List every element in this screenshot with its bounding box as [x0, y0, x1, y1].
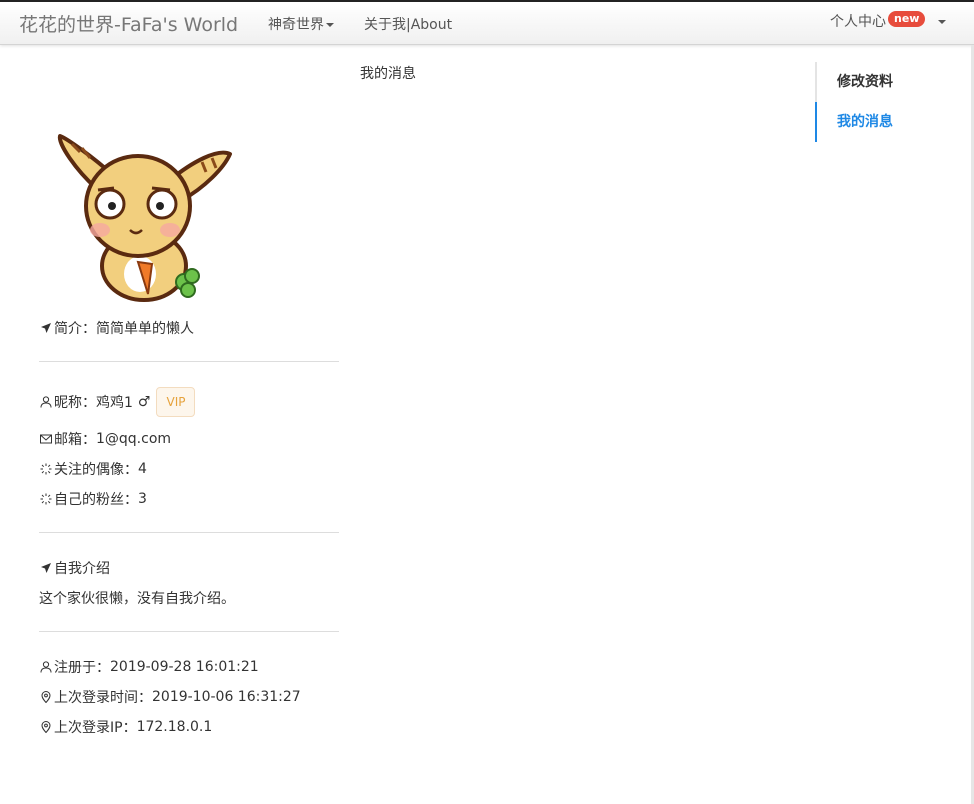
intro-value: 简简单单的懒人: [96, 321, 194, 337]
fans-value: 3: [138, 491, 147, 507]
nav-user-center[interactable]: 个人中心 new: [830, 11, 946, 31]
self-intro-text-row: 这个家伙很懒，没有自我介绍。: [39, 588, 235, 608]
nav-menu-magic-label: 神奇世界: [268, 17, 324, 33]
loading-icon: [39, 492, 53, 506]
nav-link-about[interactable]: 关于我|About: [364, 14, 452, 34]
user-center-label: 个人中心: [830, 14, 886, 30]
last-login-label: 上次登录时间：: [54, 690, 152, 706]
page-title: 我的消息: [360, 66, 416, 82]
registered-row: 注册于： 2019-09-28 16:01:21: [39, 657, 259, 677]
nav-menu-magic-world[interactable]: 神奇世界: [268, 14, 334, 34]
divider: [39, 631, 339, 632]
registered-label: 注册于：: [54, 660, 110, 676]
last-ip-label: 上次登录IP：: [54, 720, 137, 736]
nickname-value: 鸡鸡1: [96, 394, 133, 411]
mail-icon: [39, 432, 53, 446]
last-login-value: 2019-10-06 16:31:27: [152, 689, 301, 705]
email-value: 1@qq.com: [96, 431, 172, 447]
side-menu: 修改资料 我的消息: [815, 62, 965, 142]
user-icon: [39, 660, 53, 674]
location-pin-icon: [39, 690, 53, 704]
intro-row: 简介： 简简单单的懒人: [39, 318, 194, 338]
following-row: 关注的偶像： 4: [39, 459, 147, 479]
fans-label: 自己的粉丝：: [54, 492, 138, 508]
nickname-label: 昵称：: [54, 394, 96, 411]
last-ip-value: 172.18.0.1: [136, 719, 213, 735]
vip-badge: VIP: [156, 386, 196, 417]
site-brand[interactable]: 花花的世界-FaFa's World: [19, 10, 238, 37]
self-intro-title: 自我介绍: [54, 561, 110, 577]
registered-value: 2019-09-28 16:01:21: [110, 659, 259, 675]
chevron-down-icon: [937, 20, 946, 24]
user-icon: [39, 395, 53, 409]
location-pin-icon: [39, 720, 53, 734]
loading-icon: [39, 462, 53, 476]
divider: [39, 361, 339, 362]
chevron-down-icon: [326, 23, 334, 27]
new-badge: new: [888, 11, 926, 27]
email-row: 邮箱： 1@qq.com: [39, 429, 171, 449]
side-menu-item-edit-profile[interactable]: 修改资料: [815, 62, 965, 102]
following-label: 关注的偶像：: [54, 462, 138, 478]
top-navbar: 花花的世界-FaFa's World 神奇世界 关于我|About 个人中心 ne…: [0, 0, 974, 45]
intro-label: 简介：: [54, 321, 96, 337]
divider: [39, 532, 339, 533]
last-ip-row: 上次登录IP： 172.18.0.1: [39, 717, 212, 737]
self-intro-heading: 自我介绍: [39, 558, 110, 578]
following-value: 4: [138, 461, 147, 477]
nickname-row: 昵称： 鸡鸡1 ♂ VIP: [39, 386, 196, 417]
email-label: 邮箱：: [54, 432, 96, 448]
self-intro-text: 这个家伙很懒，没有自我介绍。: [39, 591, 235, 607]
avatar: [57, 134, 232, 302]
male-gender-icon: ♂: [137, 393, 151, 410]
fans-row: 自己的粉丝： 3: [39, 489, 147, 509]
paper-plane-icon: [39, 321, 53, 335]
last-login-row: 上次登录时间： 2019-10-06 16:31:27: [39, 687, 301, 707]
side-menu-item-my-messages[interactable]: 我的消息: [815, 102, 965, 142]
paper-plane-icon: [39, 561, 53, 575]
